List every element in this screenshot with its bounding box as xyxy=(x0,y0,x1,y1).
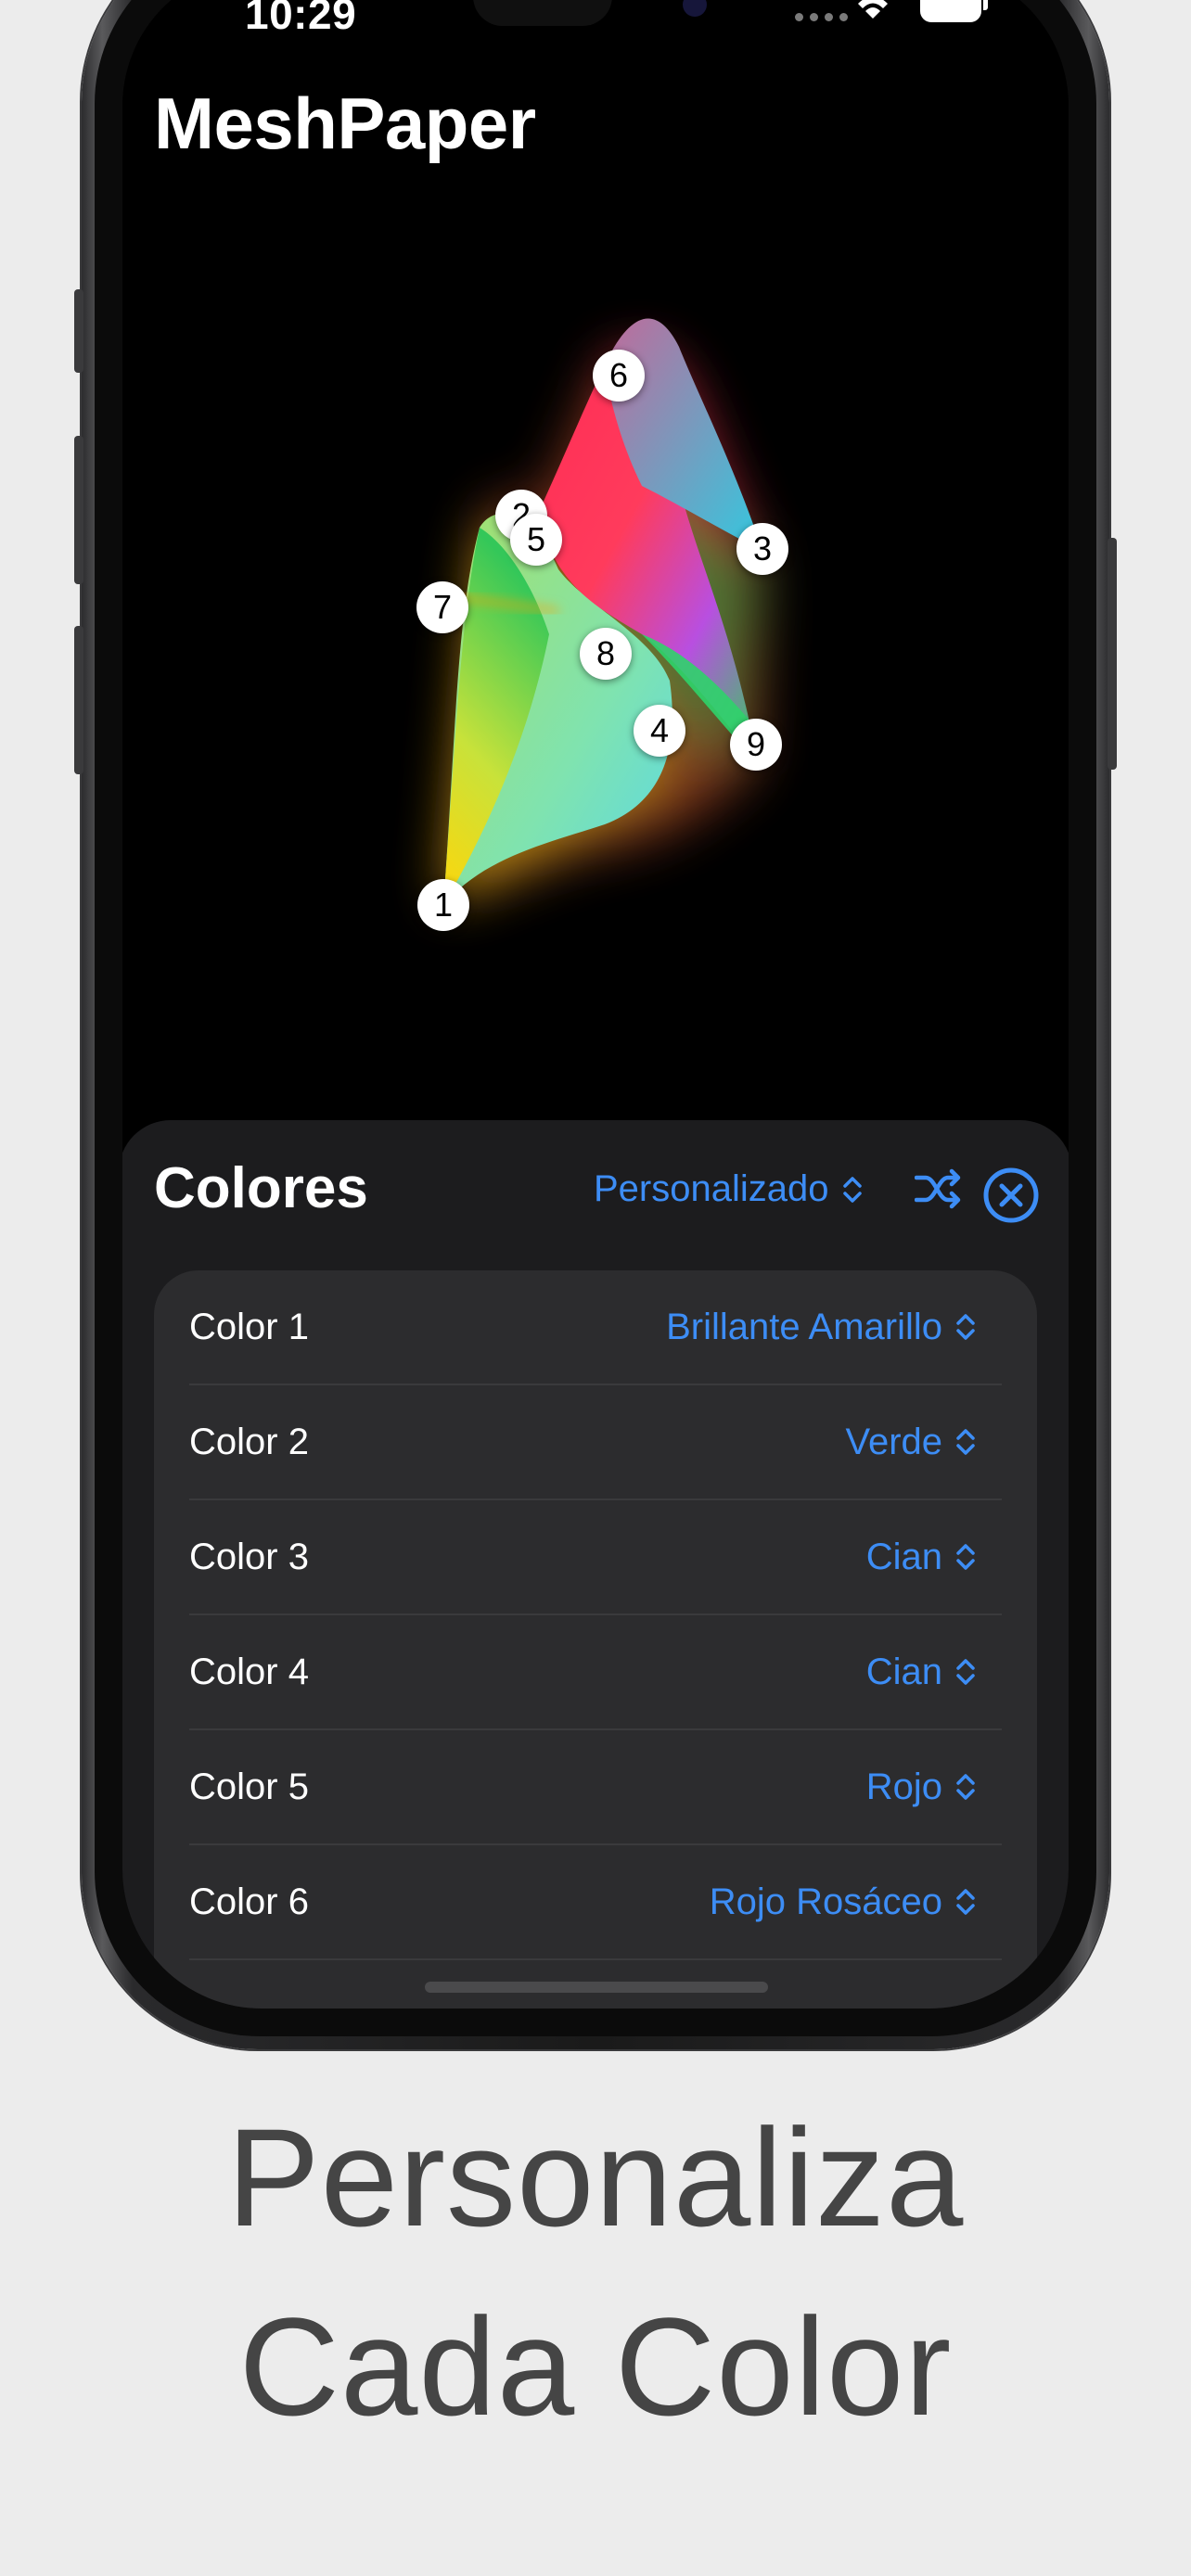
close-icon[interactable] xyxy=(982,1167,1040,1224)
volume-down-button xyxy=(74,626,83,774)
color-row-value[interactable]: Brillante Amarillo xyxy=(666,1307,1002,1348)
mesh-point-5[interactable]: 5 xyxy=(510,514,562,566)
sheet-title: Colores xyxy=(154,1156,368,1220)
color-row-6[interactable]: Color 6 Rojo Rosáceo xyxy=(189,1845,1002,1960)
power-button xyxy=(1108,538,1117,770)
color-row-value[interactable]: Cian xyxy=(866,1651,1002,1693)
color-row-5[interactable]: Color 5 Rojo xyxy=(189,1730,1002,1845)
color-value-text: Rojo Rosáceo xyxy=(709,1881,942,1922)
mesh-point-7[interactable]: 7 xyxy=(416,581,468,633)
color-value-text: Verde xyxy=(845,1421,942,1462)
color-list: Color 1 Brillante Amarillo Color 2 Verde… xyxy=(154,1270,1037,2009)
color-row-label: Color 1 xyxy=(189,1306,309,1347)
chevron-up-down-icon xyxy=(842,1176,862,1203)
mesh-point-1[interactable]: 1 xyxy=(417,879,469,931)
app-store-screenshot: 10:29 MeshPaper 1 2 3 4 5 6 7 8 9 Colore… xyxy=(0,0,1191,2576)
shuffle-icon[interactable] xyxy=(915,1168,961,1209)
mesh-point-8[interactable]: 8 xyxy=(580,628,632,680)
color-row-label: Color 6 xyxy=(189,1881,309,1922)
caption-line-2: Cada Color xyxy=(238,2289,953,2444)
color-row-label: Color 5 xyxy=(189,1766,309,1807)
mesh-point-3[interactable]: 3 xyxy=(736,523,788,575)
mesh-gradient-canvas xyxy=(442,318,762,906)
chevron-up-down-icon xyxy=(956,1314,975,1340)
color-row-4[interactable]: Color 4 Cian xyxy=(189,1615,1002,1730)
chevron-up-down-icon xyxy=(956,1544,975,1570)
preset-picker[interactable]: Personalizado xyxy=(594,1168,863,1210)
color-row-2[interactable]: Color 2 Verde xyxy=(189,1385,1002,1500)
phone-screen: 10:29 MeshPaper 1 2 3 4 5 6 7 8 9 Colore… xyxy=(122,0,1069,2009)
mesh-point-9[interactable]: 9 xyxy=(730,719,782,771)
color-row-1[interactable]: Color 1 Brillante Amarillo xyxy=(189,1270,1002,1385)
color-value-text: Rojo xyxy=(865,1766,942,1807)
color-value-text: Cian xyxy=(865,1651,942,1692)
color-row-label: Color 4 xyxy=(189,1651,309,1692)
action-button xyxy=(74,289,83,373)
color-row-value[interactable]: Rojo Rosáceo xyxy=(710,1881,1002,1923)
color-value-text: Brillante Amarillo xyxy=(666,1306,942,1347)
caption-line-1: Personaliza xyxy=(226,2099,965,2255)
volume-up-button xyxy=(74,436,83,584)
color-row-value[interactable]: Verde xyxy=(845,1422,1002,1463)
chevron-up-down-icon xyxy=(956,1774,975,1800)
color-row-value[interactable]: Rojo xyxy=(866,1766,1002,1808)
chevron-up-down-icon xyxy=(956,1429,975,1455)
mesh-point-6[interactable]: 6 xyxy=(593,350,645,402)
preset-picker-label: Personalizado xyxy=(594,1168,829,1209)
color-row-value[interactable]: Cian xyxy=(866,1537,1002,1578)
color-row-label: Color 2 xyxy=(189,1421,309,1462)
color-row-label: Color 3 xyxy=(189,1536,309,1577)
color-value-text: Cian xyxy=(865,1536,942,1577)
chevron-up-down-icon xyxy=(956,1659,975,1685)
home-indicator[interactable] xyxy=(425,1982,768,1993)
color-row-3[interactable]: Color 3 Cian xyxy=(189,1500,1002,1615)
mesh-point-4[interactable]: 4 xyxy=(634,705,685,757)
chevron-up-down-icon xyxy=(956,1889,975,1915)
colors-sheet: Colores Personalizado Color 1 Brillante … xyxy=(122,1120,1069,2009)
